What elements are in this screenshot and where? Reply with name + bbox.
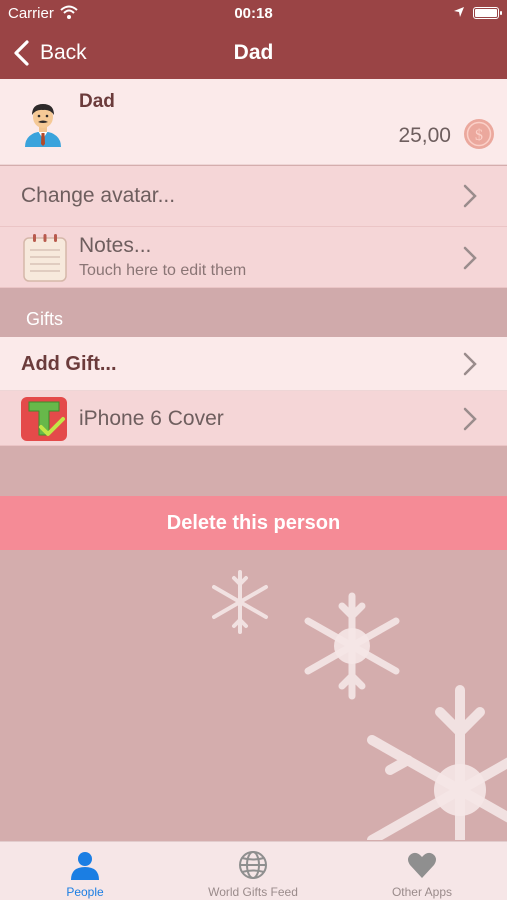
location-arrow-icon: [454, 7, 464, 17]
person-header: Dad 25,00 $: [0, 79, 507, 165]
chevron-right-icon: [463, 184, 477, 208]
gifts-section-header: Gifts: [0, 288, 507, 337]
notes-label: Notes...: [79, 234, 152, 257]
add-gift-row[interactable]: Add Gift...: [0, 337, 507, 391]
tab-feed-label: World Gifts Feed: [208, 885, 298, 899]
tab-bar: People World Gifts Feed Other Apps: [0, 841, 507, 900]
notepad-icon: [23, 234, 67, 282]
tab-people-label: People: [66, 885, 104, 899]
status-time: 00:18: [234, 5, 273, 22]
battery-icon: [473, 7, 502, 19]
notes-row[interactable]: Notes... Touch here to edit them: [0, 227, 507, 288]
svg-text:$: $: [475, 127, 483, 144]
person-name: Dad: [79, 91, 115, 112]
chevron-right-icon: [463, 407, 477, 431]
chevron-right-icon: [463, 352, 477, 376]
back-label: Back: [40, 41, 87, 64]
tab-people[interactable]: People: [20, 842, 150, 900]
tab-other-label: Other Apps: [391, 885, 453, 899]
tab-world-gifts-feed[interactable]: World Gifts Feed: [188, 842, 318, 900]
notes-subtitle: Touch here to edit them: [79, 262, 247, 279]
gift-item-name: iPhone 6 Cover: [79, 407, 224, 430]
coin-icon: $: [464, 119, 494, 149]
chevron-left-icon: [14, 40, 29, 66]
snowflake-decoration-icon: [212, 570, 507, 840]
status-bar: Carrier 00:18: [0, 0, 507, 28]
heart-icon: [408, 852, 436, 878]
delete-person-button[interactable]: Delete this person: [0, 496, 507, 550]
navigation-bar: Carrier 00:18 Back Dad: [0, 0, 507, 79]
back-button[interactable]: Back: [12, 38, 87, 68]
avatar: [25, 104, 61, 147]
change-avatar-row[interactable]: Change avatar...: [0, 166, 507, 227]
tab-other-apps[interactable]: Other Apps: [357, 842, 487, 900]
budget-amount: 25,00: [398, 124, 451, 147]
add-gift-label: Add Gift...: [21, 353, 117, 375]
chevron-right-icon: [463, 246, 477, 270]
globe-icon: [239, 851, 267, 879]
person-icon: [71, 852, 99, 880]
gifts-header-label: Gifts: [26, 309, 64, 329]
gift-app-icon: [21, 397, 67, 441]
change-avatar-label: Change avatar...: [21, 184, 176, 207]
gift-item-row[interactable]: iPhone 6 Cover: [0, 391, 507, 446]
